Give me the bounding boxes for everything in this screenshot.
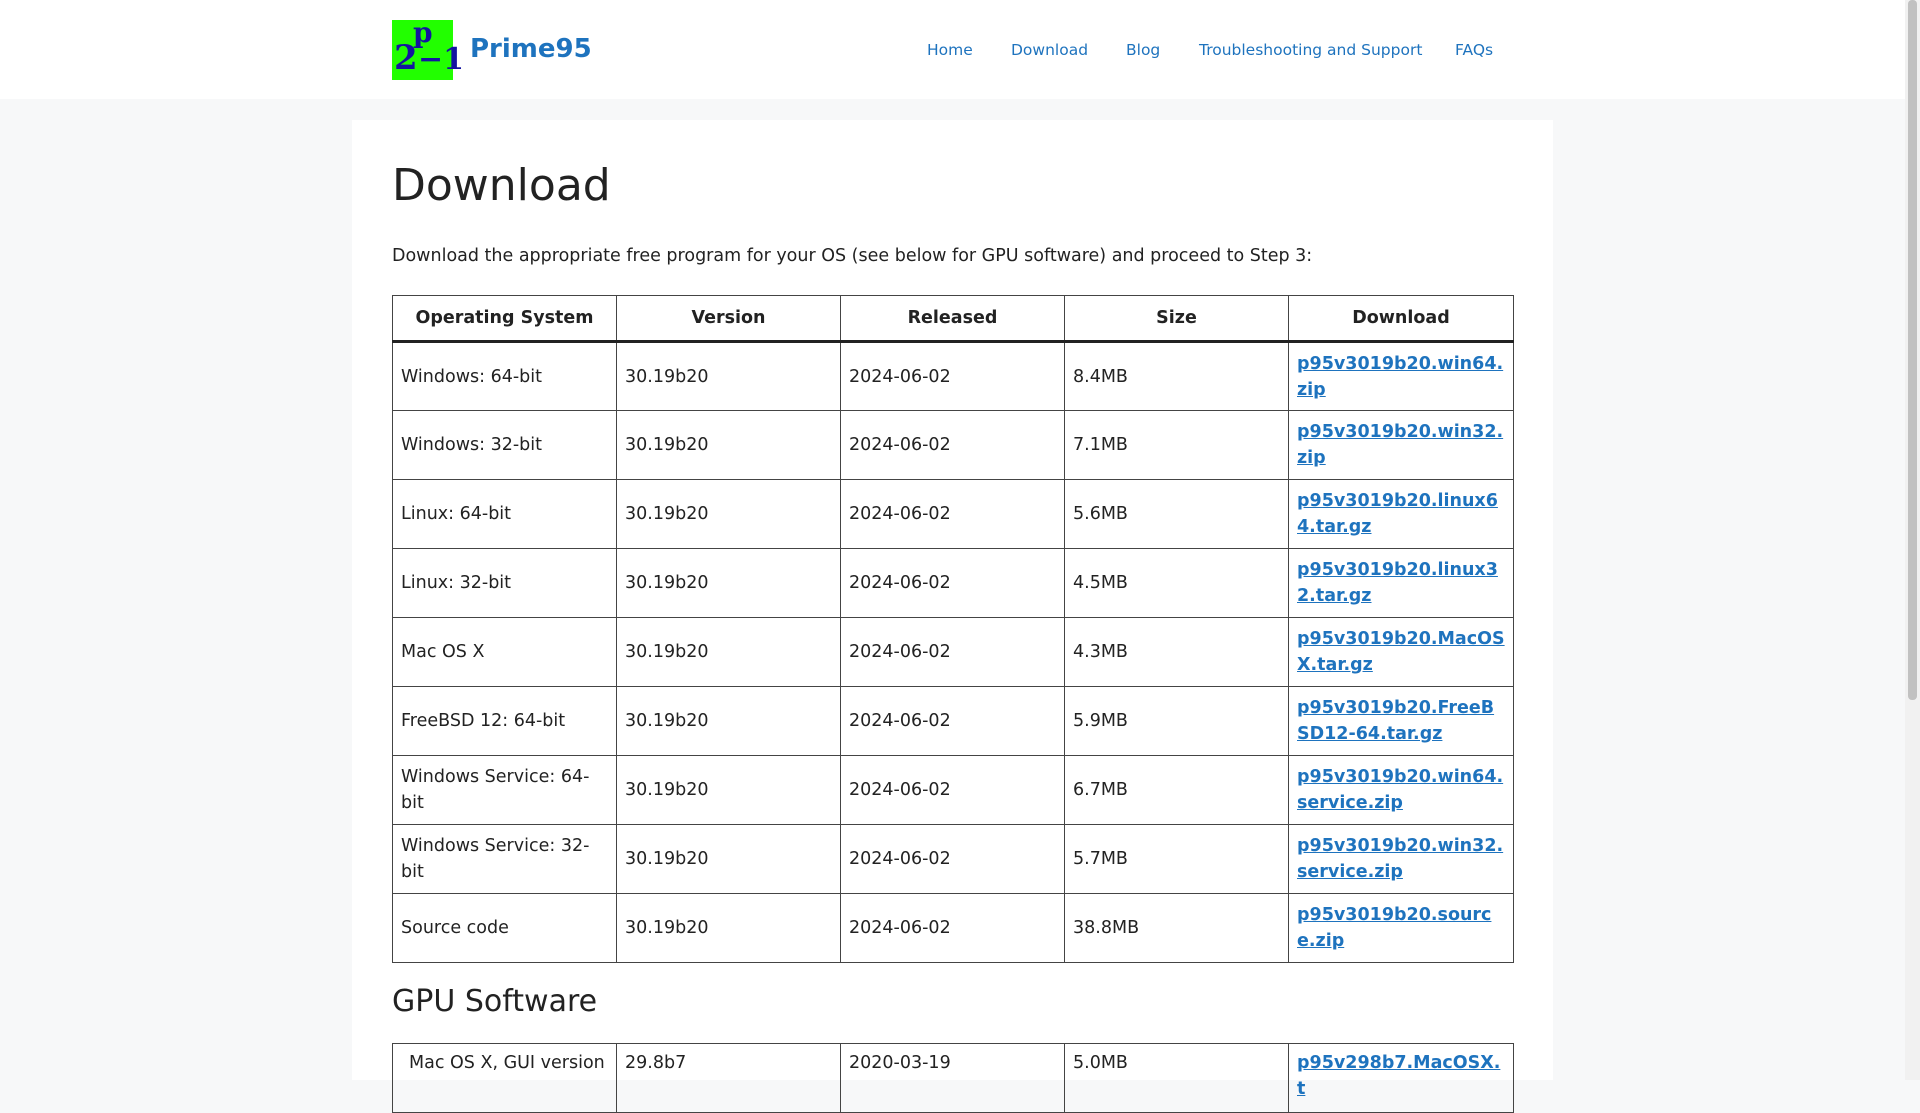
download-link[interactable]: p95v298b7.MacOSX.t [1297, 1050, 1505, 1102]
cell-download: p95v298b7.MacOSX.t [1288, 1043, 1514, 1113]
header-size: Size [1064, 295, 1289, 343]
header-download: Download [1288, 295, 1514, 343]
cell-download: p95v3019b20.FreeBSD12-64.tar.gz [1288, 686, 1514, 756]
cell-released: 2024-06-02 [840, 893, 1065, 963]
downloads-table: Operating System Version Released Size D… [392, 295, 1514, 963]
download-link[interactable]: p95v3019b20.MacOSX.tar.gz [1297, 626, 1505, 678]
cell-download: p95v3019b20.win32.service.zip [1288, 824, 1514, 894]
page-scrollbar[interactable] [1905, 0, 1920, 1080]
header-version: Version [616, 295, 841, 343]
cell-released: 2024-06-02 [840, 479, 1065, 549]
cell-download: p95v3019b20.linux64.tar.gz [1288, 479, 1514, 549]
table-row: Source code 30.19b20 2024-06-02 38.8MB p… [392, 893, 1514, 963]
cell-released: 2024-06-02 [840, 755, 1065, 825]
cell-os: Linux: 64-bit [392, 479, 617, 549]
cell-size: 7.1MB [1064, 410, 1289, 480]
cell-os: Windows: 64-bit [392, 341, 617, 411]
cell-version: 30.19b20 [616, 824, 841, 894]
table-row: Linux: 32-bit 30.19b20 2024-06-02 4.5MB … [392, 548, 1514, 618]
table-row: FreeBSD 12: 64-bit 30.19b20 2024-06-02 5… [392, 686, 1514, 756]
download-link[interactable]: p95v3019b20.FreeBSD12-64.tar.gz [1297, 695, 1505, 747]
cell-os: Source code [392, 893, 617, 963]
header-os: Operating System [392, 295, 617, 343]
cell-released: 2020-03-19 [840, 1043, 1065, 1113]
cell-version: 30.19b20 [616, 893, 841, 963]
table-row: Windows Service: 32-bit 30.19b20 2024-06… [392, 824, 1514, 894]
cell-released: 2024-06-02 [840, 686, 1065, 756]
cell-download: p95v3019b20.linux32.tar.gz [1288, 548, 1514, 618]
table-row: Windows Service: 64-bit 30.19b20 2024-06… [392, 755, 1514, 825]
cell-released: 2024-06-02 [840, 548, 1065, 618]
cell-os: FreeBSD 12: 64-bit [392, 686, 617, 756]
cell-released: 2024-06-02 [840, 824, 1065, 894]
download-link[interactable]: p95v3019b20.source.zip [1297, 902, 1505, 954]
page-title: Download [392, 160, 611, 211]
cell-version: 30.19b20 [616, 686, 841, 756]
cell-version: 30.19b20 [616, 548, 841, 618]
cell-os: Windows: 32-bit [392, 410, 617, 480]
gpu-downloads-table: Mac OS X, GUI version 29.8b7 2020-03-19 … [392, 1043, 1514, 1113]
nav-item-blog[interactable]: Blog [1126, 38, 1160, 62]
download-link[interactable]: p95v3019b20.linux64.tar.gz [1297, 488, 1505, 540]
table-row: Linux: 64-bit 30.19b20 2024-06-02 5.6MB … [392, 479, 1514, 549]
cell-size: 6.7MB [1064, 755, 1289, 825]
download-link[interactable]: p95v3019b20.win32.service.zip [1297, 833, 1505, 885]
cell-download: p95v3019b20.win64.service.zip [1288, 755, 1514, 825]
cell-released: 2024-06-02 [840, 410, 1065, 480]
nav-item-troubleshooting[interactable]: Troubleshooting and Support [1199, 38, 1422, 62]
cell-download: p95v3019b20.MacOSX.tar.gz [1288, 617, 1514, 687]
intro-text: Download the appropriate free program fo… [392, 246, 1313, 266]
main-nav: Home Download Blog Troubleshooting and S… [0, 38, 1920, 62]
cell-size: 5.7MB [1064, 824, 1289, 894]
cell-size: 5.9MB [1064, 686, 1289, 756]
cell-size: 8.4MB [1064, 341, 1289, 411]
cell-os: Linux: 32-bit [392, 548, 617, 618]
cell-released: 2024-06-02 [840, 617, 1065, 687]
header-released: Released [840, 295, 1065, 343]
cell-released: 2024-06-02 [840, 341, 1065, 411]
cell-os: Mac OS X, GUI version [392, 1043, 617, 1113]
nav-item-home[interactable]: Home [927, 38, 973, 62]
table-row: Mac OS X 30.19b20 2024-06-02 4.3MB p95v3… [392, 617, 1514, 687]
site-header: 2 p −1 Prime95 Home Download Blog Troubl… [0, 0, 1905, 99]
cell-size: 38.8MB [1064, 893, 1289, 963]
cell-size: 4.3MB [1064, 617, 1289, 687]
cell-version: 30.19b20 [616, 341, 841, 411]
table-row: Mac OS X, GUI version 29.8b7 2020-03-19 … [392, 1043, 1514, 1113]
nav-item-download[interactable]: Download [1011, 38, 1088, 62]
main-content: Download Download the appropriate free p… [352, 120, 1553, 1113]
gpu-software-heading: GPU Software [392, 984, 598, 1019]
cell-download: p95v3019b20.win64.zip [1288, 341, 1514, 411]
download-link[interactable]: p95v3019b20.linux32.tar.gz [1297, 557, 1505, 609]
nav-item-faqs[interactable]: FAQs [1455, 38, 1493, 62]
cell-size: 4.5MB [1064, 548, 1289, 618]
cell-version: 29.8b7 [616, 1043, 841, 1113]
download-link[interactable]: p95v3019b20.win32.zip [1297, 419, 1505, 471]
cell-download: p95v3019b20.win32.zip [1288, 410, 1514, 480]
download-link[interactable]: p95v3019b20.win64.service.zip [1297, 764, 1505, 816]
cell-version: 30.19b20 [616, 410, 841, 480]
cell-size: 5.0MB [1064, 1043, 1289, 1113]
download-link[interactable]: p95v3019b20.win64.zip [1297, 351, 1505, 403]
cell-size: 5.6MB [1064, 479, 1289, 549]
cell-os: Windows Service: 32-bit [392, 824, 617, 894]
cell-os: Mac OS X [392, 617, 617, 687]
table-row: Windows: 64-bit 30.19b20 2024-06-02 8.4M… [392, 341, 1514, 411]
cell-version: 30.19b20 [616, 755, 841, 825]
cell-os: Windows Service: 64-bit [392, 755, 617, 825]
table-row: Windows: 32-bit 30.19b20 2024-06-02 7.1M… [392, 410, 1514, 480]
scrollbar-thumb[interactable] [1908, 0, 1917, 700]
cell-version: 30.19b20 [616, 617, 841, 687]
cell-download: p95v3019b20.source.zip [1288, 893, 1514, 963]
table-header-row: Operating System Version Released Size D… [392, 295, 1514, 343]
cell-version: 30.19b20 [616, 479, 841, 549]
